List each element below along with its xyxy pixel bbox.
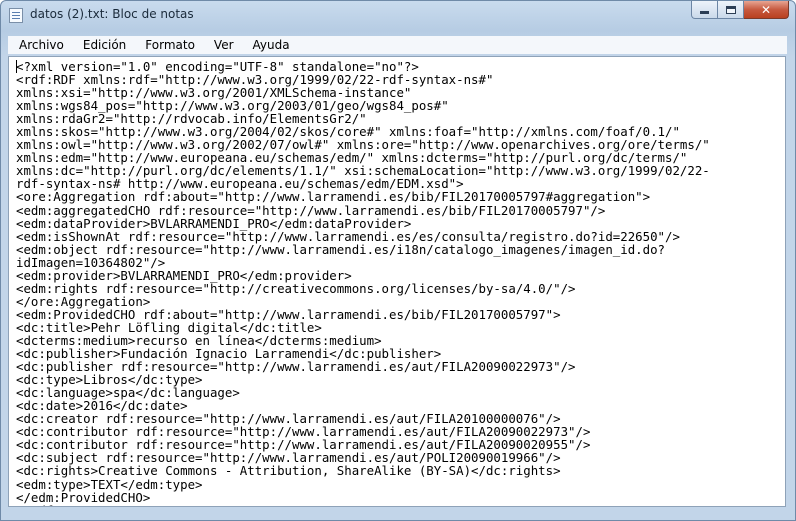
menu-edicion[interactable]: Edición	[72, 38, 134, 52]
maximize-button[interactable]	[718, 1, 744, 19]
menu-archivo[interactable]: Archivo	[8, 38, 72, 52]
window-controls: ✕	[691, 1, 789, 21]
window-title: datos (2).txt: Bloc de notas	[30, 7, 194, 21]
menu-ayuda[interactable]: Ayuda	[242, 38, 298, 52]
notepad-app-icon[interactable]	[9, 8, 23, 23]
text-editor[interactable]: <?xml version="1.0" encoding="UTF-8" sta…	[8, 56, 786, 507]
menu-bar: Archivo Edición Formato Ver Ayuda	[8, 36, 787, 54]
close-icon: ✕	[760, 2, 772, 17]
minimize-icon	[700, 11, 709, 14]
title-bar[interactable]: datos (2).txt: Bloc de notas ✕	[1, 1, 795, 29]
menu-formato[interactable]: Formato	[134, 38, 203, 52]
notepad-window: datos (2).txt: Bloc de notas ✕ Archivo E…	[0, 0, 796, 521]
maximize-icon	[725, 5, 736, 14]
menu-ver[interactable]: Ver	[203, 38, 242, 52]
close-button[interactable]: ✕	[744, 1, 789, 19]
minimize-button[interactable]	[691, 1, 718, 19]
text-caret	[16, 60, 17, 73]
document-text[interactable]: <?xml version="1.0" encoding="UTF-8" sta…	[16, 60, 710, 506]
text-line: </rdf:RDF>	[16, 503, 91, 506]
